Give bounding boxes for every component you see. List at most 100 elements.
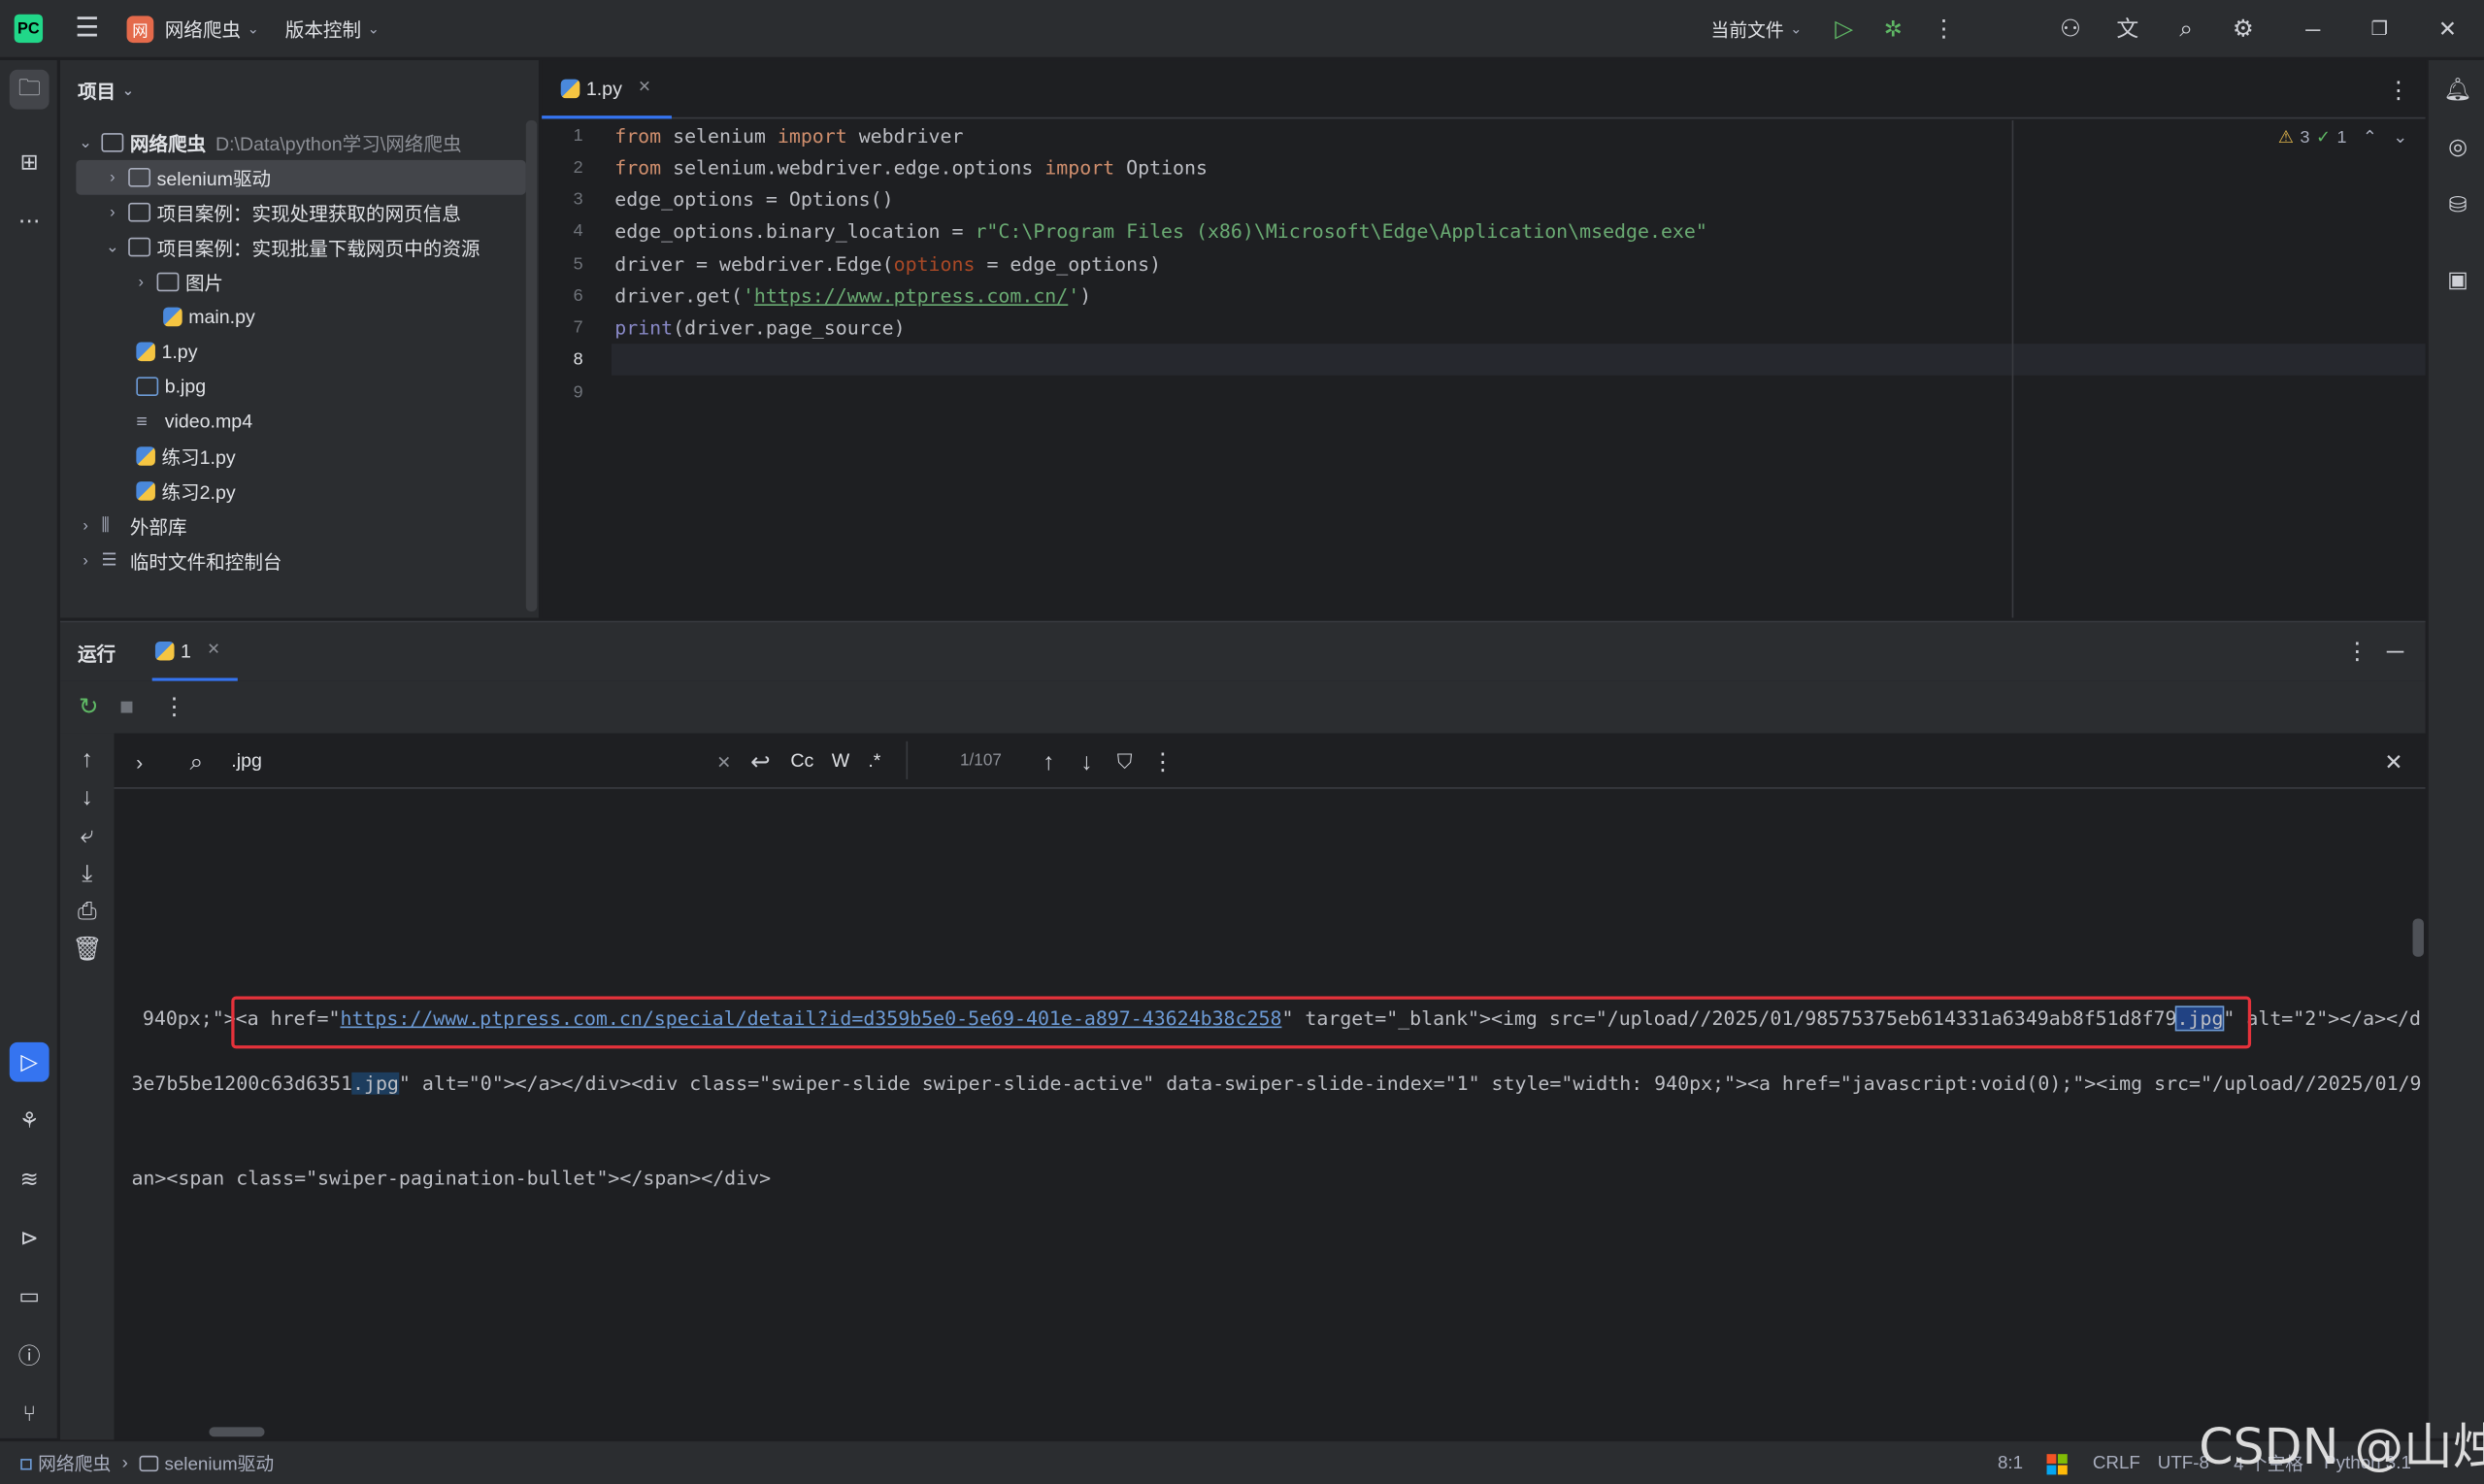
caret-position[interactable]: 8:1 [1998,1441,2023,1484]
translate-icon[interactable]: 文 [2111,13,2143,45]
find-input[interactable]: .jpg [231,749,262,772]
clear-search-icon[interactable]: ✕ [709,746,741,778]
chevron-down-icon: ⌄ [247,20,259,37]
breadcrumb-folder[interactable]: selenium驱动 [164,1451,274,1476]
vcs-menu[interactable]: 版本控制 ⌄ [285,0,380,58]
python-packages-icon[interactable]: ⚘ [10,1101,50,1140]
run-icon[interactable]: ▷ [1828,13,1860,45]
main-menu-icon[interactable]: ☰ [68,10,106,48]
tree-item-label: 项目案例：实现处理获取的网页信息 [156,202,461,224]
debug-icon[interactable]: ✲ [1877,13,1909,45]
settings-gear-icon[interactable]: ⚙ [2228,13,2260,45]
run-config-selector[interactable]: 当前文件 ⌄ [1711,0,1803,58]
find-options-icon[interactable]: ⋮ [1147,746,1179,778]
tree-item-label: 练习2.py [161,480,236,504]
folder-icon [128,167,151,187]
tree-item-video[interactable]: ≡ video.mp4 [76,404,525,439]
arrow-up-icon[interactable]: ↑ [71,742,103,775]
next-match-icon[interactable]: ↓ [1071,746,1103,778]
code-area[interactable]: from selenium import webdriver from sele… [542,120,2425,617]
tree-item-selenium[interactable]: › selenium驱动 [76,159,526,195]
root-label: 网络爬虫 [129,132,207,155]
console-vertical-scrollbar[interactable] [2412,918,2424,957]
close-tab-icon[interactable]: ✕ [207,642,220,659]
print-icon[interactable]: ⎙ [71,895,103,927]
database-icon[interactable]: ⛁ [2438,185,2478,225]
soft-wrap-icon[interactable]: ⤶ [71,819,103,851]
tree-item-1-py[interactable]: 1.py [76,334,525,369]
add-user-icon[interactable]: ⚇ [2055,13,2087,45]
tab-1-py[interactable]: 1.py ✕ [542,60,672,119]
code-line-1: from selenium import webdriver [614,124,964,148]
ai-assistant-icon[interactable]: ◎ [2438,127,2478,167]
chevron-right-icon: › [110,168,116,186]
previous-match-icon[interactable]: ↑ [1033,746,1065,778]
code-line-7: print(driver.page_source) [614,316,906,340]
search-history-icon[interactable]: ⌕ [181,746,213,778]
tree-item-b-jpg[interactable]: b.jpg [76,369,525,404]
tree-item-label: video.mp4 [164,410,253,433]
code-line-2: from selenium.webdriver.edge.options imp… [614,156,1208,180]
tree-item-scratches[interactable]: › ☰ 临时文件和控制台 [76,544,525,578]
expand-replace-icon[interactable]: › [123,746,155,778]
inspection-widget[interactable]: ⚠ 3 ✓ 1 ⌃ ⌄ [2278,127,2407,148]
trash-icon[interactable]: 🗑︎ [71,933,103,965]
tree-root[interactable]: ⌄ 网络爬虫 D:\Data\python学习\网络爬虫 [76,125,525,160]
more-tools-icon[interactable]: ⋯ [10,201,50,241]
project-folder-icon[interactable]: 🗀 [9,69,50,110]
scroll-to-end-icon[interactable]: ⤓ [71,857,103,889]
python-file-icon [163,307,182,327]
tree-item-case1[interactable]: › 项目案例：实现处理获取的网页信息 [76,195,525,230]
code-line-5: driver = webdriver.Edge(options = edge_o… [614,253,1162,276]
regex-toggle[interactable]: .* [868,749,880,772]
close-tab-icon[interactable]: ✕ [638,80,651,97]
new-line-icon[interactable]: ↩ [745,746,777,778]
words-toggle[interactable]: W [832,749,849,772]
find-divider [906,741,909,779]
chevron-up-icon[interactable]: ⌃ [2363,127,2377,148]
run-side-toolbar: ↑ ↓ ⤶ ⤓ ⎙ 🗑︎ [60,733,115,1440]
line-separator[interactable]: CRLF [2093,1441,2140,1484]
run-tool-icon[interactable]: ▷ [9,1041,50,1082]
services-icon[interactable]: ⊳ [10,1218,50,1258]
tree-item-case2[interactable]: ⌄ 项目案例：实现批量下载网页中的资源 [76,230,525,265]
tree-item-exercise1[interactable]: 练习1.py [76,439,525,474]
filter-icon[interactable]: ⛉ [1109,746,1141,778]
status-bar: 网络爬虫 › selenium驱动 8:1 CRLF UTF-8 4 个空格 P… [0,1439,2484,1484]
tree-item-external-libs[interactable]: › ⫼ 外部库 [76,509,525,544]
close-window-icon[interactable]: ✕ [2432,13,2464,45]
folder-icon [128,237,151,257]
hide-panel-icon[interactable]: ─ [2379,635,2411,667]
tab-options-icon[interactable]: ⋮ [2383,75,2415,107]
search-icon[interactable]: ⌕ [2170,13,2202,45]
project-switcher[interactable]: 网 网络爬虫 ⌄ [126,0,259,58]
rerun-icon[interactable]: ↻ [73,691,105,723]
restore-icon[interactable]: ❐ [2364,13,2396,45]
console-output[interactable]: 940px;"><a href="https://www.ptpress.com… [115,790,2426,1439]
run-tab-1[interactable]: 1 ✕ [151,622,238,681]
structure-icon[interactable]: ⊞ [10,143,50,182]
minimize-icon[interactable]: ─ [2297,13,2329,45]
run-more-icon[interactable]: ⋮ [158,691,190,723]
chevron-down-icon[interactable]: ⌄ [2393,127,2407,148]
match-case-toggle[interactable]: Cc [790,749,813,772]
project-pane-header[interactable]: 项目 ⌄ [78,78,134,105]
run-options-icon[interactable]: ⋮ [2341,635,2373,667]
more-actions-icon[interactable]: ⋮ [1928,13,1960,45]
problems-icon[interactable]: ⓘ [10,1336,50,1375]
notifications-bell-icon[interactable]: 🔔︎ [2438,70,2478,110]
tree-item-images[interactable]: › 图片 [76,265,525,300]
layers-icon[interactable]: ≋ [10,1160,50,1200]
tree-item-main-py[interactable]: main.py [76,299,525,334]
translation-panel-icon[interactable]: ▣ [2438,260,2478,300]
breadcrumb-project[interactable]: 网络爬虫 [38,1451,111,1476]
close-find-icon[interactable]: ✕ [2378,746,2410,778]
git-branch-icon[interactable]: ⑂ [10,1393,50,1433]
arrow-down-icon[interactable]: ↓ [71,781,103,813]
tree-item-exercise2[interactable]: 练习2.py [76,474,525,509]
python-file-icon [136,481,155,501]
console-horizontal-scrollbar[interactable] [209,1427,265,1437]
terminal-icon[interactable]: ▭ [10,1276,50,1316]
library-icon: ⫼ [101,516,110,536]
stop-icon[interactable]: ■ [111,691,143,723]
